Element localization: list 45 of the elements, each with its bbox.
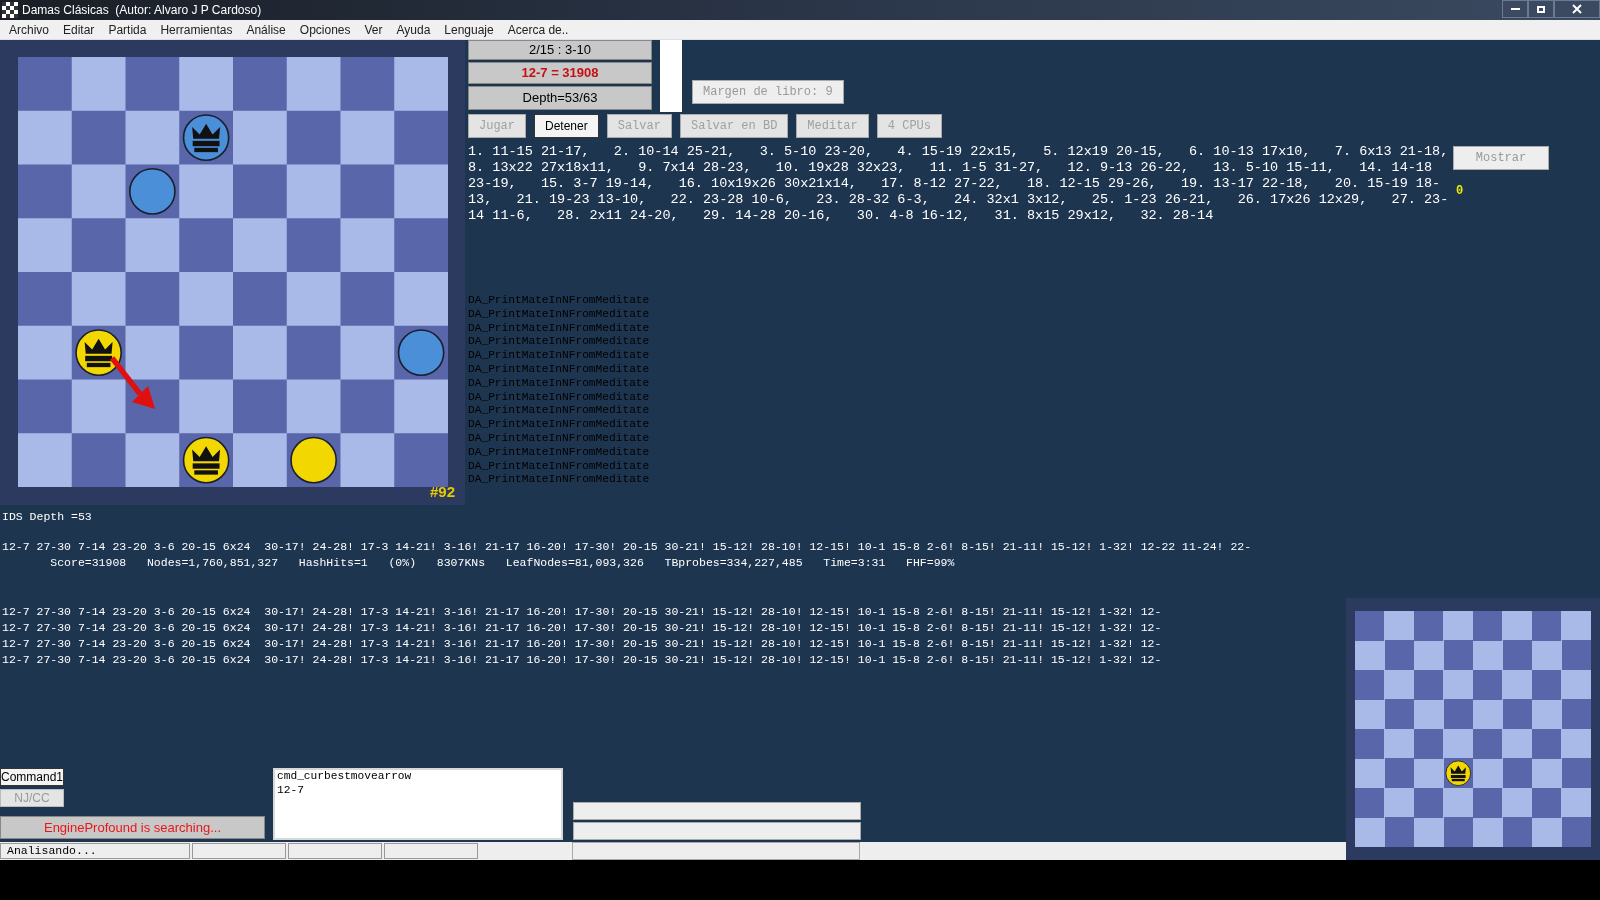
menu-item[interactable]: Opciones <box>292 20 358 39</box>
close-button[interactable] <box>1554 0 1600 18</box>
minimize-button[interactable] <box>1502 0 1528 18</box>
principal-variation: 12-7 27-30 7-14 23-20 3-6 20-15 6x24 30-17! 24-28! 17-3 14-21! 3-16! 21-17 16-20! 17-30! 20-15 30-21! 15-12! 28-10! 12-15! 10-1 15-8 2-6! 8-15! 21-11! 15-12! 1-32! 12-22 11-24! 22- <box>2 539 1252 555</box>
app-icon <box>2 2 18 18</box>
depth-display: Depth=53/63 <box>468 86 652 110</box>
checker-piece[interactable] <box>129 168 176 215</box>
checker-piece[interactable] <box>290 436 337 484</box>
close-icon <box>1572 4 1582 14</box>
log-output: DA_PrintMateInNFromMeditate DA_PrintMateInNFromMeditate DA_PrintMateInNFromMeditate DA_PrintMateInNFromMeditate DA_PrintMateInNFromMeditate DA_PrintMateInNFromMeditate DA_PrintMateInNFromMeditate DA_PrintMateInNFromMeditate DA_PrintMateInNFromMeditate DA_PrintMateInNFromMeditate DA_PrintMateInNFromMeditate DA_PrintMateInNFromMeditate DA_PrintMateInNFromMeditate DA_PrintMateInNFromMeditate <box>468 294 651 488</box>
engine-status: EngineProfound is searching... <box>0 816 265 839</box>
menu-item[interactable]: Archivo <box>2 20 56 39</box>
king-piece[interactable] <box>75 329 122 376</box>
menu-item[interactable]: Ver <box>357 20 390 39</box>
best-move-display: 12-7 = 31908 <box>468 62 652 84</box>
toolbar-button[interactable]: Detener <box>534 114 599 138</box>
variation-lines: 12-7 27-30 7-14 23-20 3-6 20-15 6x24 30-17! 24-28! 17-3 14-21! 3-16! 21-17 16-20! 17-30! 20-15 30-21! 15-12! 28-10! 12-15! 10-1 15-8 2-6! 8-15! 21-11! 15-12! 1-32! 12- 12-7 27-30 7-14 23-20 3-6 20-15 6x24 30-17! 24-28! 17-3 14-21! 3-16! 21-17 16-20! 17-30! 20-15 30-21! 15-12! 28-10! 12-15! 10-1 15-8 2-6! 8-15! 21-11! 15-12! 1-32! 12- 12-7 27-30 7-14 23-20 3-6 20-15 6x24 30-17! 24-28! 17-3 14-21! 3-16! 21-17 16-20! 17-30! 20-15 30-21! 15-12! 28-10! 12-15! 10-1 15-8 2-6! 8-15! 21-11! 15-12! 1-32! 12- 12-7 27-30 7-14 23-20 3-6 20-15 6x24 30-17! 24-28! 17-3 14-21! 3-16! 21-17 16-20! 17-30! 20-15 30-21! 15-12! 28-10! 12-15! 10-1 15-8 2-6! 8-15! 21-11! 15-12! 1-32! 12- <box>2 604 1162 668</box>
menu-item[interactable]: Análise <box>239 20 293 39</box>
menu-item[interactable]: Lenguaje <box>437 20 501 39</box>
king-piece[interactable] <box>182 436 230 484</box>
minimize-icon <box>1510 8 1520 10</box>
empty-field[interactable] <box>573 802 861 820</box>
depth-text: IDS Depth =53 <box>2 509 92 525</box>
checker-piece[interactable] <box>397 329 445 376</box>
menu-item[interactable]: Ayuda <box>389 20 438 39</box>
move-display: 2/15 : 3-10 <box>468 40 652 60</box>
menu-item[interactable]: Acerca de.. <box>500 20 576 39</box>
menu-item[interactable]: Editar <box>56 20 102 39</box>
counter-value: 0 <box>1456 183 1465 200</box>
search-stats: Score=31908 Nodes=1,760,851,327 HashHits=1 (0%) 8307KNs LeafNodes=81,093,326 TBprobes=334,227,485 Time=3:31 FHF=99% <box>49 555 955 571</box>
command-button[interactable]: Command1 <box>0 768 64 786</box>
command-text-box[interactable]: cmd_curbestmovearrow 12-7 <box>273 768 563 840</box>
restore-button[interactable] <box>1528 0 1554 18</box>
menu-item[interactable]: Herramientas <box>153 20 240 39</box>
move-list: 1. 11-15 21-17, 2. 10-14 25-21, 3. 5-10 23-20, 4. 15-19 22x15, 5. 12x19 20-15, 6. 10-13 17x10, 7. 6x13 21-18, 8. 13x22 27x18x11, 9. 7x14 28-23, 10. 19x28 32x23, 11. 1-5 31-27, 12. 9-13 26-22, 13. 5-10 15-11, 14. 14-18 23-19, 15. 3-7 19-14, 16. 10x19x26 30x21x14, 17. 8-12 27-22, 18. 12-15 29-26, 19. 13-17 22-18, 20. 15-19 18- 13, 21. 19-23 13-10, 22. 23-28 10-6, 23. 28-32 6-3, 24. 32x1 3x12, 25. 1-23 26-21, 26. 17x26 12x29, 27. 23- 14 11-6, 28. 2x11 24-20, 29. 14-28 20-16, 30. 4-8 16-12, 31. 8x15 29x12, 32. 28-14 <box>468 144 1453 224</box>
king-piece[interactable] <box>182 114 230 161</box>
king-piece[interactable] <box>1445 760 1472 787</box>
checkerboard[interactable] <box>1355 611 1591 847</box>
status-text: Analisando... <box>0 843 190 859</box>
position-number: #92 <box>429 481 455 502</box>
blank-panel <box>660 40 682 112</box>
empty-field[interactable] <box>573 822 861 840</box>
menu-item[interactable]: Partida <box>101 20 154 39</box>
restore-icon <box>1537 5 1545 13</box>
window-title: Damas Clásicas (Autor: Alvaro J P Cardoso) <box>22 2 262 19</box>
